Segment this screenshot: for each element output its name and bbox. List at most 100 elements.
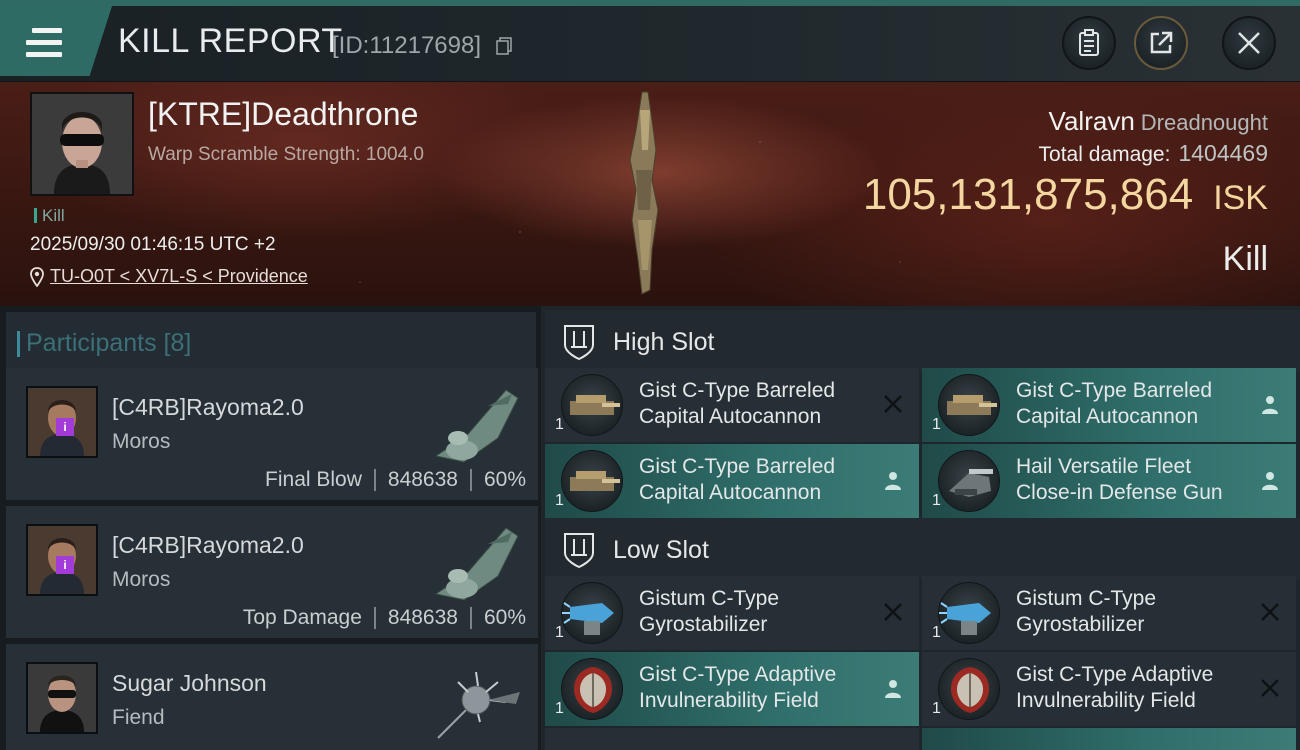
module-name: Gistum C-Type Gyrostabilizer <box>1016 586 1256 638</box>
module-slot[interactable]: 1 Gistum C-Type Gyrostabilizer <box>922 576 1296 650</box>
module-name-line2: Gyrostabilizer <box>1016 613 1145 636</box>
module-name-line1: Gist C-Type Barreled <box>639 379 836 402</box>
header-accent-line <box>0 0 1300 6</box>
module-slot[interactable]: 1 Gist C-Type Adaptive Invulnerability Fi… <box>922 652 1296 726</box>
module-slot[interactable]: 1 Hail Versatile Fleet Close-in Defense G… <box>922 444 1296 518</box>
close-icon <box>1238 32 1260 54</box>
module-slot-partial[interactable] <box>545 728 919 750</box>
avatar[interactable] <box>26 662 98 734</box>
corp-badge: i <box>56 418 74 436</box>
module-quantity: 1 <box>555 624 564 641</box>
module-name: Gist C-Type Barreled Capital Autocannon <box>639 378 879 430</box>
participant-row[interactable]: i [C4RB]Rayoma2.0 Moros Final Blow 84863… <box>6 368 538 502</box>
module-name-line1: Gist C-Type Adaptive <box>1016 663 1214 686</box>
victim-avatar-image <box>32 94 132 194</box>
module-name-line1: Hail Versatile Fleet <box>1016 455 1192 478</box>
page-title: KILL REPORT <box>118 22 343 60</box>
copy-icon[interactable] <box>496 37 512 55</box>
dropped-person-icon <box>1262 472 1278 490</box>
warp-scramble-strength: Warp Scramble Strength: 1004.0 <box>148 144 424 165</box>
header-bar: KILL REPORT [ID:11217698] <box>0 0 1300 82</box>
victim-ship-type: Valravn Dreadnought <box>1049 106 1268 137</box>
module-name-line2: Close-in Defense Gun <box>1016 481 1223 504</box>
module-name-line2: Invulnerability Field <box>1016 689 1196 712</box>
gyrostabilizer-icon <box>561 582 623 644</box>
menu-button[interactable] <box>0 6 112 76</box>
module-name-line1: Gistum C-Type <box>1016 587 1157 610</box>
participant-row[interactable]: Sugar Johnson Fiend <box>6 644 538 750</box>
module-name: Hail Versatile Fleet Close-in Defense Gun <box>1016 454 1256 506</box>
destroyed-icon <box>884 603 902 621</box>
high-slot-header: High Slot <box>545 310 1300 372</box>
module-name-line2: Gyrostabilizer <box>639 613 768 636</box>
participants-label: Participants [8] <box>16 329 192 357</box>
isk-amount: 105,131,875,864 <box>862 170 1194 219</box>
victim-ship-name[interactable]: Valravn <box>1049 106 1135 136</box>
share-button[interactable] <box>1134 16 1188 70</box>
total-damage-value: 1404469 <box>1178 140 1268 166</box>
module-quantity: 1 <box>932 700 941 717</box>
total-damage-label: Total damage: <box>1038 143 1171 166</box>
participant-name[interactable]: [C4RB]Rayoma2.0 <box>112 532 304 559</box>
module-slot[interactable]: 1 Gist C-Type Barreled Capital Autocannon <box>922 368 1296 442</box>
participant-damage: 848638 <box>387 468 458 491</box>
module-name-line1: Gist C-Type Adaptive <box>639 663 837 686</box>
module-slot-partial[interactable] <box>922 728 1296 750</box>
module-quantity: 1 <box>932 416 941 433</box>
kill-id: [ID:11217698] <box>332 32 482 59</box>
participant-stats: Top Damage 848638 60% <box>243 606 526 630</box>
victim-name[interactable]: [KTRE]Deadthrone <box>148 96 418 133</box>
victim-ship-class: Dreadnought <box>1140 110 1268 135</box>
victim-portrait[interactable] <box>30 92 134 196</box>
location-pin-icon <box>30 266 44 287</box>
invulnerability-field-icon <box>561 658 623 720</box>
dropped-person-icon <box>885 680 901 698</box>
module-slot[interactable]: 1 Gistum C-Type Gyrostabilizer <box>545 576 919 650</box>
module-slot[interactable]: 1 Gist C-Type Adaptive Invulnerability Fi… <box>545 652 919 726</box>
isk-value: 105,131,875,864 ISK <box>863 170 1268 220</box>
autocannon-icon <box>938 374 1000 436</box>
module-quantity: 1 <box>555 416 564 433</box>
module-name: Gist C-Type Barreled Capital Autocannon <box>1016 378 1256 430</box>
clipboard-icon <box>1079 29 1099 56</box>
low-slot-icon <box>564 533 594 569</box>
corp-badge: i <box>56 556 74 574</box>
kill-location[interactable]: TU-O0T < XV7L-S < Providence <box>30 266 308 287</box>
dropped-person-icon <box>1262 396 1278 414</box>
module-name: Gist C-Type Adaptive Invulnerability Fiel… <box>639 662 879 714</box>
high-slot-label: High Slot <box>613 328 715 356</box>
participant-name[interactable]: [C4RB]Rayoma2.0 <box>112 394 304 421</box>
total-damage: Total damage: 1404469 <box>1039 140 1268 167</box>
autocannon-icon <box>561 450 623 512</box>
module-name-line2: Capital Autocannon <box>1016 405 1199 428</box>
module-name-line1: Gistum C-Type <box>639 587 780 610</box>
dropped-person-icon <box>885 472 901 490</box>
low-slot-header: Low Slot <box>545 518 1300 580</box>
module-name-line2: Invulnerability Field <box>639 689 819 712</box>
moros-ship-image <box>434 527 519 601</box>
participant-ship: Moros <box>112 430 171 453</box>
location-link[interactable]: TU-O0T < XV7L-S < Providence <box>50 266 308 287</box>
destroyed-icon <box>1261 679 1279 697</box>
participants-panel: Participants [8] i [C4RB]Rayoma2.0 Moros… <box>0 306 541 750</box>
participant-name[interactable]: Sugar Johnson <box>112 670 267 697</box>
module-name: Gistum C-Type Gyrostabilizer <box>639 586 879 638</box>
menu-icon <box>26 28 62 58</box>
module-slot[interactable]: 1 Gist C-Type Barreled Capital Autocannon <box>545 368 919 442</box>
participant-role: Final Blow <box>265 468 362 491</box>
module-slot[interactable]: 1 Gist C-Type Barreled Capital Autocannon <box>545 444 919 518</box>
module-quantity: 1 <box>555 492 564 509</box>
victim-banner: [KTRE]Deadthrone Warp Scramble Strength:… <box>0 82 1300 306</box>
close-button[interactable] <box>1222 16 1276 70</box>
destroyed-icon <box>884 395 902 413</box>
participant-row[interactable]: i [C4RB]Rayoma2.0 Moros Top Damage 84863… <box>6 506 538 640</box>
share-icon <box>1150 31 1173 54</box>
clipboard-button[interactable] <box>1062 16 1116 70</box>
module-name: Gist C-Type Adaptive Invulnerability Fiel… <box>1016 662 1256 714</box>
participant-role: Top Damage <box>242 606 362 629</box>
invulnerability-field-icon <box>938 658 1000 720</box>
module-name: Gist C-Type Barreled Capital Autocannon <box>639 454 879 506</box>
participants-header[interactable]: Participants [8] <box>6 312 536 370</box>
high-slot-icon <box>564 325 594 361</box>
fiend-ship-image <box>437 671 520 739</box>
